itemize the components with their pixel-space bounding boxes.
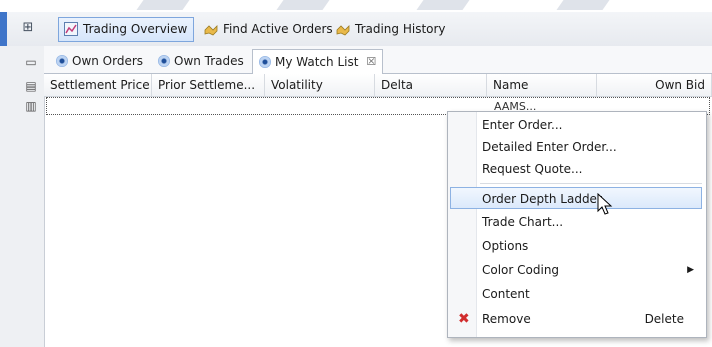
remove-x-icon: ✖ xyxy=(458,311,470,327)
menu-item-label: Color Coding xyxy=(482,263,560,277)
new-window-icon[interactable]: ⊞ xyxy=(20,20,36,36)
menu-item-shortcut: Delete xyxy=(644,312,684,326)
menu-item-color-coding[interactable]: Color Coding ▶ xyxy=(450,259,702,281)
menu-item-request-quote[interactable]: Request Quote... xyxy=(450,158,702,180)
eye-icon xyxy=(56,55,68,67)
menu-item-order-depth-ladder[interactable]: Order Depth Ladder xyxy=(450,187,702,209)
menu-item-label: Remove xyxy=(482,312,531,326)
tab-my-watch-list[interactable]: My Watch List ☒ xyxy=(252,49,384,75)
stripe xyxy=(556,0,610,10)
column-header[interactable]: Volatility xyxy=(265,74,375,96)
find-active-orders-button[interactable]: Find Active Orders xyxy=(198,17,340,42)
view-icon[interactable]: ▤ xyxy=(23,78,39,94)
trading-overview-button[interactable]: Trading Overview xyxy=(58,17,195,42)
menu-item-label: Order Depth Ladder xyxy=(482,192,602,206)
eye-icon xyxy=(158,55,170,67)
tab-label: Own Trades xyxy=(174,54,244,68)
trading-history-label: Trading History xyxy=(355,22,446,36)
grid-header: Settlement Price Prior Settleme... Volat… xyxy=(44,74,712,97)
menu-item-remove[interactable]: ✖ Remove Delete xyxy=(450,308,702,330)
submenu-arrow-icon: ▶ xyxy=(687,265,694,275)
context-menu: Enter Order... Detailed Enter Order... R… xyxy=(447,111,707,338)
menu-item-label: Enter Order... xyxy=(482,118,563,132)
menu-item-label: Request Quote... xyxy=(482,162,583,176)
chart-icon xyxy=(63,21,79,38)
column-header[interactable]: Name xyxy=(487,74,597,96)
trading-overview-label: Trading Overview xyxy=(83,22,188,36)
mouse-pointer-icon xyxy=(597,193,613,215)
menu-separator xyxy=(480,183,702,184)
eye-icon xyxy=(259,56,271,68)
menu-item-content[interactable]: Content xyxy=(450,283,702,305)
view-tabs: Own Orders Own Trades My Watch List ☒ xyxy=(44,46,712,75)
trading-history-button[interactable]: Trading History xyxy=(330,17,453,42)
menu-item-label: Detailed Enter Order... xyxy=(482,140,617,154)
column-header[interactable]: Prior Settleme... xyxy=(152,74,265,96)
menu-item-trade-chart[interactable]: Trade Chart... xyxy=(450,211,702,233)
menu-item-enter-order[interactable]: Enter Order... xyxy=(450,114,702,136)
menu-item-label: Options xyxy=(482,239,529,253)
column-header[interactable]: Own Bid xyxy=(597,74,712,96)
top-stripe-band xyxy=(0,0,712,12)
column-header[interactable]: Delta xyxy=(375,74,487,96)
tab-own-trades[interactable]: Own Trades xyxy=(152,50,250,72)
minimize-icon[interactable]: ▭ xyxy=(23,54,39,70)
watchlist-view-icon[interactable]: ▥ xyxy=(23,98,39,114)
menu-item-label: Content xyxy=(482,287,530,301)
stripe xyxy=(136,0,190,10)
stripe xyxy=(416,0,470,10)
hands-icon xyxy=(203,22,219,38)
tab-label: My Watch List xyxy=(275,55,359,69)
find-active-orders-label: Find Active Orders xyxy=(223,22,333,36)
menu-item-label: Trade Chart... xyxy=(482,215,564,229)
tab-own-orders[interactable]: Own Orders xyxy=(50,50,149,72)
stripe xyxy=(276,0,330,10)
close-tab-icon[interactable]: ☒ xyxy=(366,51,376,73)
hands-icon xyxy=(335,22,351,38)
column-header[interactable]: Settlement Price xyxy=(44,74,152,96)
menu-item-detailed-enter-order[interactable]: Detailed Enter Order... xyxy=(450,136,702,158)
tab-label: Own Orders xyxy=(72,54,144,68)
menu-item-options[interactable]: Options xyxy=(450,235,702,257)
